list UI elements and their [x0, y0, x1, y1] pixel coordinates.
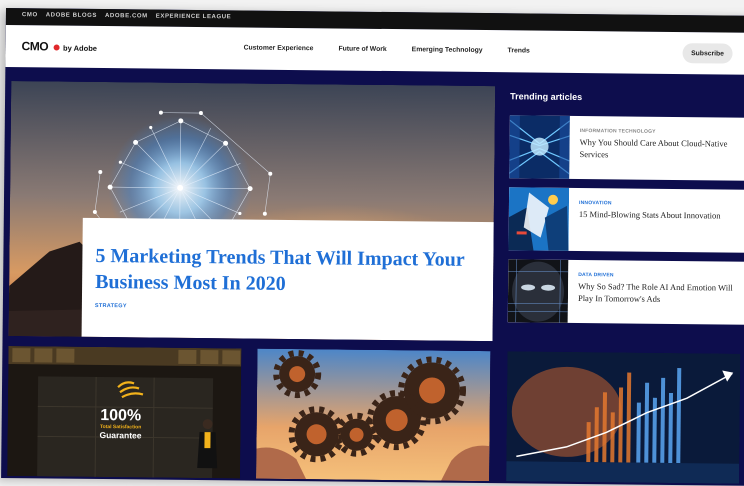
- article-tile[interactable]: [256, 348, 491, 482]
- page-frame: CMO ADOBE BLOGS ADOBE.COM EXPERIENCE LEA…: [1, 8, 744, 486]
- logo-dot-icon: [53, 44, 60, 51]
- main-nav: CMO by Adobe Customer Experience Future …: [5, 24, 744, 75]
- tile-overlay-small-2: Guarantee: [99, 430, 141, 440]
- trending-item[interactable]: DATA DRIVEN Why So Sad? The Role AI And …: [507, 259, 744, 325]
- subscribe-button[interactable]: Subscribe: [682, 43, 733, 64]
- hero-card: 5 Marketing Trends That Will Impact Your…: [81, 217, 494, 342]
- nav-link-customer-experience[interactable]: Customer Experience: [244, 44, 314, 52]
- trending-thumbnail: [509, 115, 570, 179]
- trending-title[interactable]: Why You Should Care About Cloud-Native S…: [579, 137, 741, 162]
- trending-heading: Trending articles: [510, 91, 583, 103]
- hero-category-tag[interactable]: STRATEGY: [95, 303, 479, 313]
- trending-title[interactable]: Why So Sad? The Role AI And Emotion Will…: [578, 281, 740, 306]
- utility-link-experience-league[interactable]: EXPERIENCE LEAGUE: [156, 14, 232, 21]
- nav-link-emerging-technology[interactable]: Emerging Technology: [412, 46, 483, 54]
- nav-link-trends[interactable]: Trends: [508, 47, 530, 54]
- trending-thumbnail: [508, 187, 570, 251]
- tile-image: [506, 351, 741, 484]
- hero-article[interactable]: 5 Marketing Trends That Will Impact Your…: [8, 81, 496, 342]
- trending-item[interactable]: INFORMATION TECHNOLOGY Why You Should Ca…: [509, 115, 744, 181]
- utility-link-adobe-com[interactable]: ADOBE.COM: [105, 13, 148, 19]
- trending-item[interactable]: INNOVATION 15 Mind-Blowing Stats About I…: [508, 187, 744, 253]
- utility-link-cmo[interactable]: CMO: [22, 12, 38, 18]
- trending-category[interactable]: INFORMATION TECHNOLOGY: [580, 128, 742, 136]
- trending-category[interactable]: DATA DRIVEN: [578, 272, 740, 280]
- tile-image: 100% Total Satisfaction Guarantee: [7, 346, 242, 479]
- hero-title[interactable]: 5 Marketing Trends That Will Impact Your…: [95, 243, 480, 299]
- trending-title[interactable]: 15 Mind-Blowing Stats About Innovation: [579, 209, 721, 222]
- tile-image: [256, 348, 491, 482]
- article-tile[interactable]: [506, 351, 741, 484]
- nav-link-future-of-work[interactable]: Future of Work: [338, 45, 386, 53]
- utility-link-adobe-blogs[interactable]: ADOBE BLOGS: [46, 12, 97, 19]
- cmo-logo[interactable]: CMO by Adobe: [22, 39, 98, 54]
- trending-category[interactable]: INNOVATION: [579, 200, 721, 207]
- tile-overlay-big: 100%: [100, 407, 141, 424]
- trending-thumbnail: [507, 259, 569, 323]
- article-tile[interactable]: 100% Total Satisfaction Guarantee: [7, 346, 242, 479]
- logo-suffix: by Adobe: [63, 43, 98, 53]
- logo-mark: CMO: [21, 39, 49, 54]
